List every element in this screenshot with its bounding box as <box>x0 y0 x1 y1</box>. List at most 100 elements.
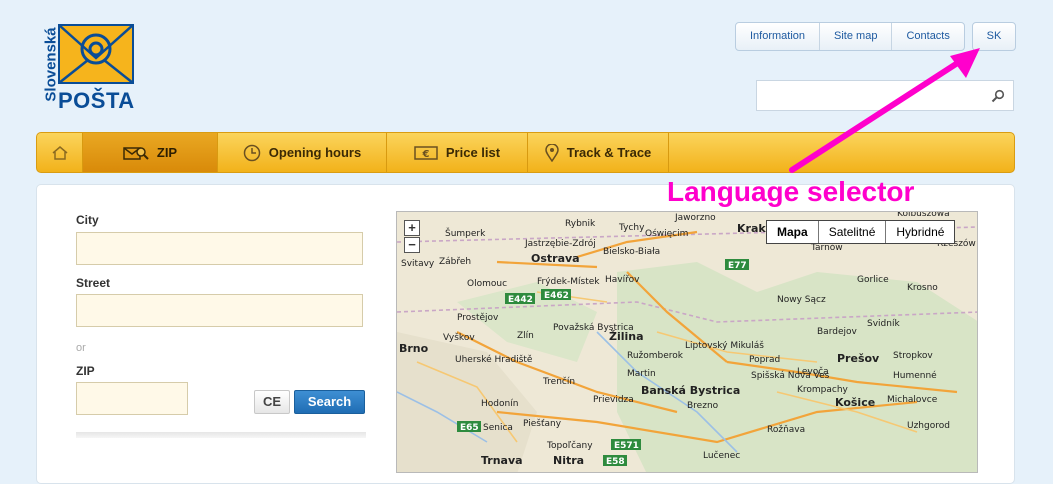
map-label-presov: Prešov <box>837 352 880 365</box>
search-icon[interactable] <box>991 89 1005 103</box>
street-input[interactable] <box>77 295 366 328</box>
tab-price-list[interactable]: € Price list <box>387 133 528 172</box>
map-label-povazska-bystrica: Považská Bystrica <box>553 323 634 333</box>
map-canvas: Rybnik Tychy Jaworzno Krak Kolbuszowa Jastrzę… <box>397 212 977 472</box>
map-label-oswiecim: Oświęcim <box>645 228 688 239</box>
map-label-ostrava: Ostrava <box>531 252 580 265</box>
map-label-vyskov: Vyškov <box>443 332 475 343</box>
tab-opening-hours-label: Opening hours <box>268 145 362 160</box>
map-label-uherske-hradiste: Uherské Hradiště <box>455 354 533 365</box>
map-label-frydek-mistek: Frýdek-Místek <box>537 277 600 287</box>
map-label-sumperk: Šumperk <box>445 227 486 239</box>
svg-text:€: € <box>421 149 429 160</box>
map-label-zlin: Zlín <box>517 331 534 341</box>
map-label-trnava: Trnava <box>481 454 523 467</box>
map-label-spisska-nova-ves: Spišská Nová Ves <box>751 370 830 381</box>
map-label-trencin: Trenčín <box>542 376 575 387</box>
map-label-martin: Martin <box>627 369 656 379</box>
map-label-gorlice: Gorlice <box>857 275 889 285</box>
city-input[interactable] <box>77 233 366 266</box>
map-label-humenne: Humenné <box>893 370 937 381</box>
map[interactable]: Rybnik Tychy Jaworzno Krak Kolbuszowa Jastrzę… <box>396 211 978 473</box>
logo-text: POŠTA <box>58 88 135 113</box>
search-button[interactable]: Search <box>294 390 365 414</box>
map-label-liptovsky-mikulas: Liptovský Mikuláš <box>685 340 764 351</box>
zoom-out-button[interactable]: − <box>404 237 420 253</box>
map-label-uzhgorod: Uzhgorod <box>907 421 950 431</box>
tab-price-list-label: Price list <box>445 145 501 160</box>
map-label-tychy: Tychy <box>618 223 645 233</box>
tab-track-trace[interactable]: Track & Trace <box>528 133 669 172</box>
map-label-bielsko-bia-a: Bielsko-Biała <box>603 247 660 257</box>
language-selector-annotation: Language selector <box>667 176 915 207</box>
tab-zip[interactable]: ZIP <box>83 133 218 172</box>
clock-icon <box>243 144 261 161</box>
map-label-zabreh: Zábřeh <box>439 257 471 267</box>
map-label-brno: Brno <box>399 342 429 355</box>
street-label: Street <box>76 276 111 290</box>
map-label-kolbuszowa: Kolbuszowa <box>897 212 950 219</box>
map-label-svidnik: Svidník <box>867 319 900 329</box>
street-field <box>76 294 366 328</box>
road-shield-e77: E77 <box>725 259 749 271</box>
map-type-mapa[interactable]: Mapa <box>767 221 819 243</box>
map-label-brezno: Brezno <box>687 401 719 411</box>
map-label-rybnik: Rybnik <box>565 219 596 229</box>
svg-text:E462: E462 <box>544 291 569 301</box>
map-label-krak: Krak <box>737 222 766 235</box>
map-label-krosno: Krosno <box>907 283 938 293</box>
map-label-kosice: Košice <box>835 396 875 409</box>
map-label-bardejov: Bardejov <box>817 327 857 337</box>
map-label-svitavy: Svitavy <box>401 259 435 269</box>
map-label-lucenec: Lučenec <box>703 450 740 461</box>
logo[interactable]: Slovenská POŠTA <box>36 22 138 114</box>
annotation-arrow <box>789 48 980 173</box>
tab-track-trace-label: Track & Trace <box>566 145 652 160</box>
svg-text:E571: E571 <box>614 441 639 451</box>
map-label-jastrzebie-zdroj: Jastrzębie-Zdrój <box>524 238 596 249</box>
map-label-prostejov: Prostějov <box>457 313 499 323</box>
tab-opening-hours[interactable]: Opening hours <box>218 133 387 172</box>
map-label-ruzomberok: Ružomberok <box>627 351 684 361</box>
map-label-poprad: Poprad <box>749 355 780 365</box>
road-shield-e65: E65 <box>457 421 481 433</box>
map-label-prievidza: Prievidza <box>593 395 634 405</box>
zip-label: ZIP <box>76 364 95 378</box>
map-pin-icon <box>544 143 559 162</box>
city-label: City <box>76 213 99 227</box>
map-label-olomouc: Olomouc <box>467 279 507 289</box>
zoom-in-button[interactable]: + <box>404 220 420 236</box>
map-label-michalovce: Michalovce <box>887 395 938 405</box>
map-label-krompachy: Krompachy <box>797 385 849 395</box>
form-divider <box>76 432 366 438</box>
home-icon <box>52 145 67 160</box>
or-text: or <box>76 342 86 354</box>
map-label-topolcany: Topoľčany <box>546 440 593 451</box>
map-label-roznava: Rožňava <box>767 424 805 435</box>
tab-zip-label: ZIP <box>156 145 178 160</box>
map-label-jaworzno: Jaworzno <box>674 213 716 223</box>
map-type-hybridne[interactable]: Hybridné <box>886 221 954 243</box>
map-label-nitra: Nitra <box>553 454 584 467</box>
logo-vertical-text: Slovenská <box>42 27 60 102</box>
map-label-nowy-sacz: Nowy Sącz <box>777 295 826 305</box>
map-type-control: Mapa Satelitné Hybridné <box>766 220 956 244</box>
zip-field <box>76 382 191 416</box>
svg-text:E58: E58 <box>606 457 625 467</box>
map-label-hodonin: Hodonín <box>481 399 518 409</box>
envelope-search-icon <box>123 146 149 160</box>
road-shield-e571: E571 <box>611 439 641 451</box>
home-button[interactable] <box>37 133 83 172</box>
city-field <box>76 232 366 266</box>
clear-button[interactable]: CE <box>254 390 290 414</box>
svg-text:E77: E77 <box>728 261 747 271</box>
road-shield-e442: E442 <box>505 293 535 305</box>
road-shield-e462: E462 <box>541 289 571 301</box>
euro-note-icon: € <box>414 145 438 160</box>
svg-text:E65: E65 <box>460 423 479 433</box>
posthorn-logo-icon <box>58 24 134 84</box>
zip-input[interactable] <box>77 383 191 416</box>
svg-text:E442: E442 <box>508 295 533 305</box>
map-type-satelitne[interactable]: Satelitné <box>819 221 887 243</box>
map-label-senica: Senica <box>483 423 513 433</box>
